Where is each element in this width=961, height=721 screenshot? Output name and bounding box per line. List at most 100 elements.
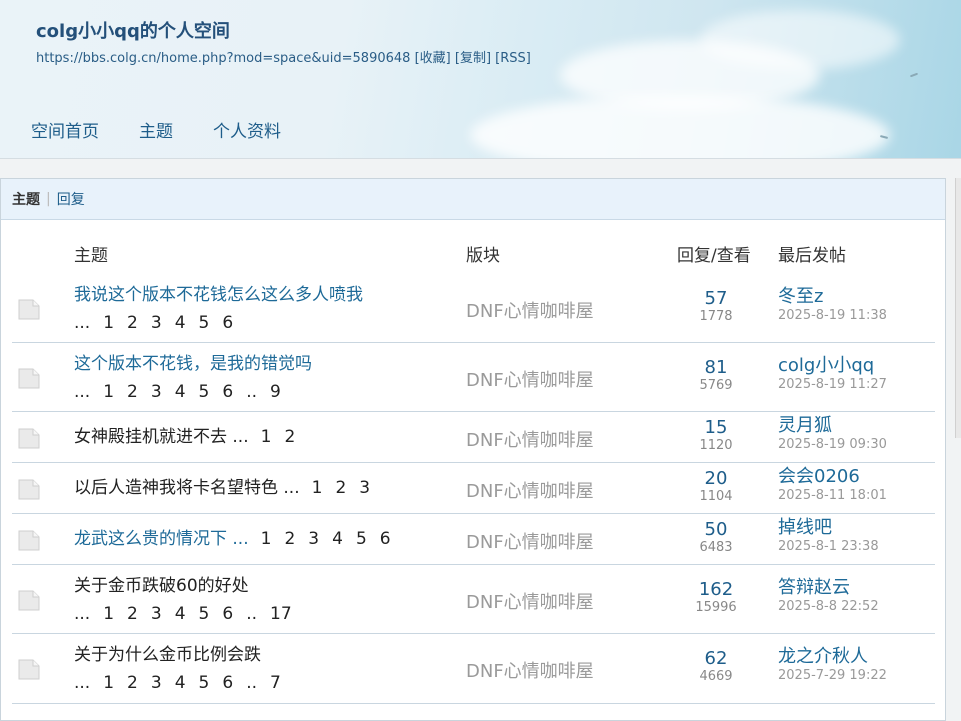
page-number-link[interactable]: 6 [222, 604, 233, 624]
last-post-time[interactable]: 2025-8-19 09:30 [778, 436, 887, 454]
thread-title-link[interactable]: 龙武这么贵的情况下 ... [74, 529, 249, 549]
page-links: ... 1 2 3 4 5 6 [74, 313, 246, 333]
page-number-link[interactable]: 2 [284, 427, 295, 447]
forum-name[interactable]: DNF心情咖啡屋 [466, 366, 594, 392]
favorite-link[interactable]: [收藏] [415, 51, 451, 66]
page-number-link[interactable]: 3 [151, 313, 162, 333]
thread-row: 女神殿挂机就进不去 ... 1 2 DNF心情咖啡屋 15 1120 灵月狐 2025-8-1… [12, 412, 935, 463]
page-number-link[interactable]: 2 [335, 478, 346, 498]
forum-name[interactable]: DNF心情咖啡屋 [466, 588, 594, 614]
page-number-link[interactable]: 4 [175, 673, 186, 693]
page-number-link[interactable]: 2 [127, 604, 138, 624]
page-number-link[interactable]: 6 [380, 529, 391, 549]
page-number-link[interactable]: 3 [151, 673, 162, 693]
last-poster-link[interactable]: 灵月狐 [778, 415, 887, 436]
nav-space-home[interactable]: 空间首页 [31, 117, 99, 142]
last-post-time[interactable]: 2025-8-19 11:38 [778, 307, 887, 325]
view-count: 4669 [699, 669, 733, 684]
page-number-link[interactable]: 4 [175, 604, 186, 624]
last-post-cell: 会会0206 2025-8-11 18:01 [778, 466, 887, 505]
nav-profile[interactable]: 个人资料 [213, 117, 281, 142]
tab-threads[interactable]: 主题 [12, 189, 40, 209]
page-number-link[interactable]: 1 [103, 673, 114, 693]
bird-decoration [909, 72, 919, 78]
page-number-link[interactable]: 1 [103, 382, 114, 402]
last-poster-link[interactable]: colg小小qq [778, 355, 887, 376]
page-number-link[interactable]: 3 [151, 382, 162, 402]
page-number-link[interactable]: 6 [222, 673, 233, 693]
thread-title-cell: 这个版本不花钱，是我的错觉吗... 1 2 3 4 5 6.. 9 [74, 350, 312, 406]
thread-title-link[interactable]: 以后人造神我将卡名望特色 ... [74, 478, 300, 498]
last-post-time[interactable]: 2025-8-8 22:52 [778, 598, 879, 616]
thread-title-link[interactable]: 这个版本不花钱，是我的错觉吗 [74, 354, 312, 374]
page-number-link[interactable]: 2 [127, 382, 138, 402]
page-number-link[interactable]: 5 [199, 382, 210, 402]
thread-title-cell: 关于金币跌破60的好处 ... 1 2 3 4 5 6.. 17 [74, 572, 305, 628]
page-number-link[interactable]: 5 [199, 313, 210, 333]
space-nav: 空间首页 主题 个人资料 [31, 117, 321, 142]
page-number-link[interactable]: 1 [103, 604, 114, 624]
last-poster-link[interactable]: 答辩赵云 [778, 577, 879, 598]
page-links: ... 1 2 3 4 5 6.. 9 [74, 382, 294, 402]
reply-count[interactable]: 57 [676, 288, 756, 309]
rss-link[interactable]: [RSS] [495, 51, 531, 66]
page-number-link[interactable]: 1 [261, 427, 272, 447]
last-poster-link[interactable]: 掉线吧 [778, 517, 879, 538]
page-number-link[interactable]: 5 [199, 604, 210, 624]
reply-count[interactable]: 15 [676, 417, 756, 438]
forum-name[interactable]: DNF心情咖啡屋 [466, 426, 594, 452]
thread-title-link[interactable]: 关于为什么金币比例会跌 [74, 645, 261, 665]
thread-title-link[interactable]: 我说这个版本不花钱怎么这么多人喷我 [74, 285, 363, 305]
space-url-line: https://bbs.colg.cn/home.php?mod=space&u… [36, 47, 531, 66]
reply-view-stats: 20 1104 [676, 468, 756, 504]
page-number-link[interactable]: 6 [222, 313, 233, 333]
nav-threads[interactable]: 主题 [139, 117, 173, 142]
scrollbar[interactable] [955, 178, 961, 438]
forum-name[interactable]: DNF心情咖啡屋 [466, 297, 594, 323]
page-number-link[interactable]: 3 [308, 529, 319, 549]
page-number-link[interactable]: 2 [284, 529, 295, 549]
forum-name[interactable]: DNF心情咖啡屋 [466, 477, 594, 503]
page-number-link: ... [74, 382, 91, 402]
page-number-link[interactable]: 1 [312, 478, 323, 498]
reply-count[interactable]: 81 [676, 357, 756, 378]
page-number-link[interactable]: 17 [270, 604, 292, 624]
copy-link[interactable]: [复制] [455, 51, 491, 66]
page-number-link[interactable]: 4 [175, 382, 186, 402]
reply-count[interactable]: 50 [676, 519, 756, 540]
thread-row: 这个版本不花钱，是我的错觉吗... 1 2 3 4 5 6.. 9 DNF心情咖啡屋 81 5769… [12, 343, 935, 412]
last-poster-link[interactable]: 冬至z [778, 286, 887, 307]
page-links: ... 1 2 3 4 5 6.. 17 [74, 604, 305, 624]
reply-count[interactable]: 20 [676, 468, 756, 489]
last-post-time[interactable]: 2025-7-29 19:22 [778, 667, 887, 685]
page-links: ... 1 2 3 4 5 6.. 7 [74, 673, 294, 693]
page-number-link[interactable]: 2 [127, 313, 138, 333]
page-number-link[interactable]: 9 [270, 382, 281, 402]
last-post-cell: 龙之介秋人 2025-7-29 19:22 [778, 647, 887, 685]
last-poster-link[interactable]: 会会0206 [778, 466, 887, 487]
page-number-link[interactable]: 5 [199, 673, 210, 693]
reply-view-stats: 15 1120 [676, 417, 756, 453]
reply-count[interactable]: 62 [676, 649, 756, 669]
page-number-link[interactable]: 3 [359, 478, 370, 498]
last-post-time[interactable]: 2025-8-19 11:27 [778, 376, 887, 394]
page-number-link[interactable]: 7 [270, 673, 281, 693]
thread-title-link[interactable]: 女神殿挂机就进不去 ... [74, 427, 249, 447]
thread-title-link[interactable]: 关于金币跌破60的好处 [74, 576, 249, 596]
page-number-link[interactable]: 4 [175, 313, 186, 333]
tab-bar: 主题 | 回复 [1, 179, 945, 220]
reply-count[interactable]: 162 [676, 579, 756, 600]
page-number-link[interactable]: 6 [222, 382, 233, 402]
page-number-link[interactable]: 1 [261, 529, 272, 549]
page-number-link[interactable]: 2 [127, 673, 138, 693]
last-post-time[interactable]: 2025-8-11 18:01 [778, 487, 887, 505]
page-number-link[interactable]: 1 [103, 313, 114, 333]
tab-replies[interactable]: 回复 [57, 189, 85, 209]
last-post-time[interactable]: 2025-8-1 23:38 [778, 538, 879, 556]
last-poster-link[interactable]: 龙之介秋人 [778, 647, 887, 667]
page-number-link[interactable]: 3 [151, 604, 162, 624]
page-number-link[interactable]: 5 [356, 529, 367, 549]
forum-name[interactable]: DNF心情咖啡屋 [466, 657, 594, 683]
page-number-link[interactable]: 4 [332, 529, 343, 549]
forum-name[interactable]: DNF心情咖啡屋 [466, 528, 594, 554]
